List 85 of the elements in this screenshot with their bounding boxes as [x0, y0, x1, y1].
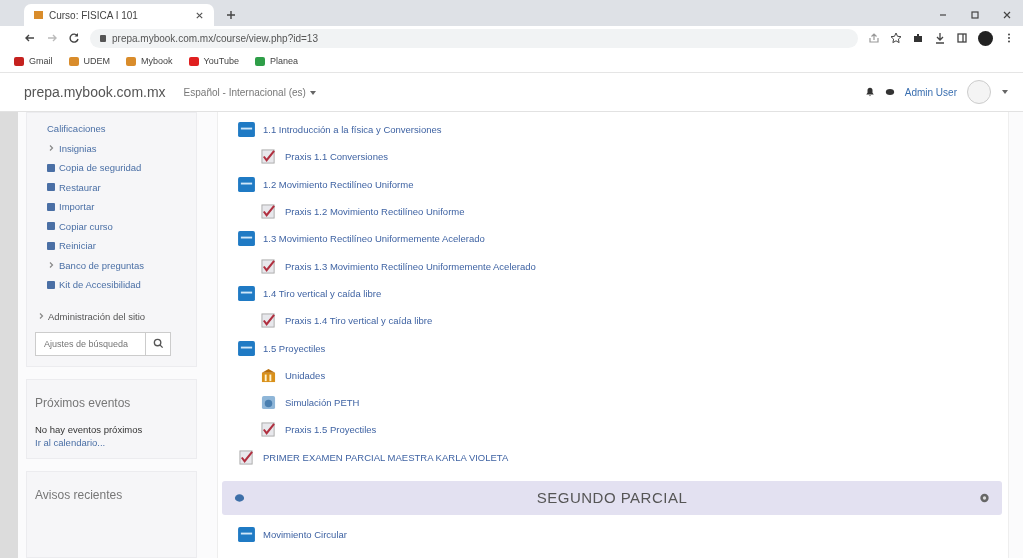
- restore-icon[interactable]: [970, 10, 980, 20]
- bookmark-link[interactable]: Gmail: [14, 56, 53, 66]
- new-tab-icon[interactable]: [226, 10, 236, 20]
- collapse-icon[interactable]: [234, 492, 245, 503]
- activity-link[interactable]: Praxis 1.1 Conversiones: [285, 151, 388, 163]
- menu-item-icon: [47, 202, 55, 211]
- activity-link[interactable]: 1.3 Movimiento Rectilíneo Uniformemente Acelerado: [263, 233, 485, 245]
- activity-link[interactable]: Praxis 1.3 Movimiento Rectilíneo Uniformemente Acelerado: [285, 260, 536, 272]
- puzzle-icon[interactable]: [912, 32, 924, 44]
- sidebar-link[interactable]: Calificaciones: [47, 119, 184, 139]
- simulation-icon: [260, 395, 277, 411]
- address-bar[interactable]: prepa.mybook.com.mx/course/view.php?id=13: [90, 28, 858, 48]
- activity-link[interactable]: 1.1 Introducción a la física y Conversiones: [263, 124, 442, 136]
- checkmark-icon: [260, 204, 277, 220]
- sidebar-link[interactable]: Kit de Accesibilidad: [47, 275, 184, 295]
- page-icon: [238, 285, 255, 301]
- search-field[interactable]: Ajustes de búsqueda: [35, 331, 145, 356]
- page-icon: [238, 231, 255, 247]
- language-menu[interactable]: Español - Internacional (es): [183, 86, 317, 98]
- activity-link[interactable]: Praxis 1.4 Tiro vertical y caída libre: [285, 315, 433, 327]
- menu-item-icon: [47, 163, 55, 172]
- bookmark-link[interactable]: UDEM: [68, 56, 110, 66]
- profile-avatar[interactable]: [978, 30, 993, 46]
- checkmark-icon: [260, 422, 277, 438]
- browser-tab[interactable]: Curso: FISICA I 101: [24, 4, 214, 26]
- page-icon: [238, 122, 255, 138]
- sidebar-link[interactable]: Insignias: [47, 138, 184, 158]
- chevron-icon: [47, 144, 55, 153]
- lock-icon: [100, 34, 106, 42]
- sidebar-link[interactable]: Copiar curso: [47, 216, 184, 236]
- calendar-link[interactable]: Ir al calendario...: [35, 436, 184, 448]
- menu-item-icon: [47, 241, 55, 250]
- chevron-icon: [47, 261, 55, 270]
- site-name[interactable]: prepa.mybook.com.mx: [24, 84, 166, 100]
- page-icon: [238, 527, 255, 542]
- checkmark-icon: [260, 313, 277, 329]
- block-title: Próximos eventos: [35, 395, 132, 410]
- activity-link[interactable]: Praxis 1.2 Movimiento Rectilíneo Uniforme: [285, 206, 465, 218]
- bookmark-link[interactable]: YouTube: [188, 56, 239, 66]
- checkmark-icon: [260, 258, 277, 274]
- chevron-icon: [37, 312, 45, 320]
- menu-item-icon: [47, 280, 55, 289]
- caret-icon[interactable]: [1001, 88, 1009, 96]
- sidebar-link[interactable]: Copia de seguridad: [47, 158, 184, 178]
- events-text: No hay eventos próximos: [35, 423, 144, 435]
- activity-link[interactable]: PRIMER EXAMEN PARCIAL MAESTRA KARLA VIOLETA: [263, 451, 509, 463]
- settings-icon[interactable]: [979, 492, 990, 503]
- sidebar-link[interactable]: Restaurar: [47, 177, 184, 197]
- bookmark-link[interactable]: Mybook: [126, 56, 173, 66]
- reload-icon[interactable]: [68, 32, 80, 44]
- checkmark-icon: [238, 449, 255, 465]
- back-icon[interactable]: [24, 32, 36, 44]
- sidebar-link[interactable]: Banco de preguntas: [47, 255, 184, 275]
- caret-icon: [308, 88, 317, 97]
- columns-icon: [260, 367, 277, 383]
- activity-link[interactable]: 1.4 Tiro vertical y caída libre: [263, 287, 382, 299]
- menu-item-icon: [47, 222, 55, 231]
- admin-link[interactable]: Administración del sitio: [48, 310, 146, 322]
- share-icon[interactable]: [868, 32, 880, 44]
- checkmark-icon: [260, 149, 277, 165]
- close-icon[interactable]: [1002, 10, 1012, 20]
- user-name[interactable]: Admin User: [904, 86, 957, 98]
- download-icon[interactable]: [934, 32, 946, 44]
- sidepanel-icon[interactable]: [956, 32, 968, 44]
- chat-icon[interactable]: [884, 87, 895, 97]
- activity-link[interactable]: 1.5 Proyectiles: [263, 342, 326, 354]
- search-button[interactable]: [145, 331, 171, 356]
- menu-item-icon: [47, 183, 55, 192]
- activity-link[interactable]: Praxis 1.5 Proyectiles: [285, 424, 377, 436]
- activity-link[interactable]: Unidades: [285, 369, 326, 381]
- sidebar-link[interactable]: Reiniciar: [47, 236, 184, 256]
- page-icon: [238, 176, 255, 192]
- section-title: SEGUNDO PARCIAL: [535, 489, 689, 507]
- star-icon[interactable]: [890, 32, 902, 44]
- activity-link[interactable]: 1.2 Movimiento Rectilíneo Uniforme: [263, 178, 414, 190]
- bell-icon[interactable]: [864, 87, 875, 97]
- page-icon: [238, 340, 255, 356]
- close-icon[interactable]: [195, 10, 204, 20]
- sidebar-link[interactable]: Importar: [47, 197, 184, 217]
- activity-link[interactable]: Simulación PETH: [285, 397, 360, 409]
- bookmark-link[interactable]: Planea: [254, 56, 298, 66]
- block-title: Avisos recientes: [35, 487, 124, 502]
- activity-link[interactable]: Movimiento Circular: [263, 529, 347, 540]
- favicon-icon: [34, 11, 43, 19]
- search-icon: [152, 338, 164, 349]
